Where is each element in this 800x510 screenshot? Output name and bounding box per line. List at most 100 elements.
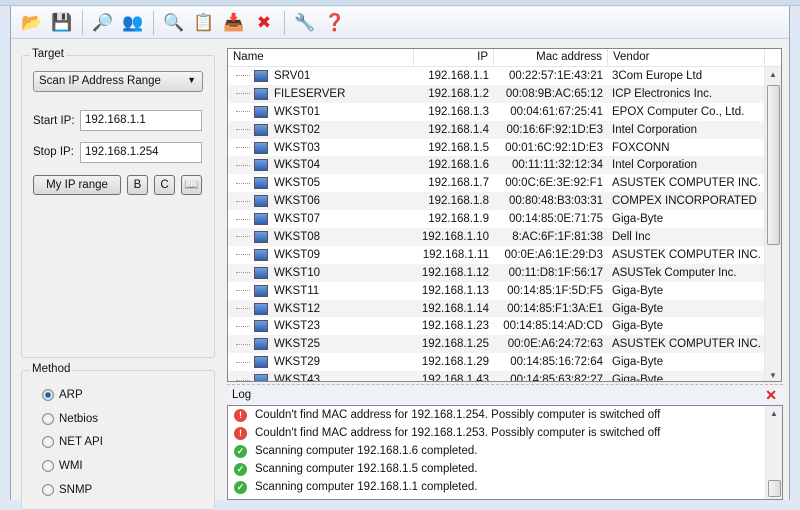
mac-cell: 00:14:85:63:82:27 (510, 374, 603, 382)
table-row[interactable]: WKST10 192.168.1.12 00:11:D8:1F:56:17 ASUST… (228, 263, 781, 282)
tree-line (236, 218, 250, 220)
method-snmp-radio[interactable]: SNMP (42, 484, 92, 496)
address-book-icon[interactable]: 📖 (181, 175, 202, 195)
mac-cell: 00:14:85:16:72:64 (510, 356, 603, 369)
name-cell: WKST11 (228, 284, 414, 297)
method-arp-radio[interactable]: ARP (42, 389, 83, 401)
computer-name: WKST05 (274, 177, 321, 190)
save-icon[interactable]: 💾 (50, 11, 74, 35)
method-label: Method (30, 363, 73, 375)
table-row[interactable]: FILESERVER 192.168.1.2 00:08:9B:AC:65:12 IC… (228, 84, 781, 103)
method-netapi-radio[interactable]: NET API (42, 436, 103, 448)
start-ip-input[interactable]: 192.168.1.1 (80, 110, 202, 131)
copy-icon[interactable]: 📋 (192, 11, 216, 35)
computer-icon (254, 356, 268, 369)
vendor-cell: Intel Corporation (612, 123, 698, 136)
class-b-button[interactable]: B (127, 175, 148, 195)
method-netbios-radio[interactable]: Netbios (42, 413, 98, 425)
table-scrollbar[interactable]: ▲ ▼ (764, 67, 781, 381)
table-row[interactable]: WKST03 192.168.1.5 00:01:6C:92:1D:E3 FOXCON… (228, 139, 781, 157)
mac-cell: 00:80:48:B3:03:31 (509, 195, 603, 208)
computer-icon (254, 177, 268, 190)
target-mode-select[interactable]: Scan IP Address Range ▼ (33, 71, 203, 92)
vendor-cell: ASUSTek Computer Inc. (612, 266, 737, 279)
table-row[interactable]: WKST25 192.168.1.25 00:0E:A6:24:72:63 ASUST… (228, 335, 781, 354)
vendor-cell: Giga-Byte (612, 213, 664, 226)
column-mac[interactable]: Mac address (494, 49, 608, 66)
log-text: Scanning computer 192.168.1.6 completed. (255, 445, 478, 457)
radio-checked-icon (42, 389, 54, 401)
tree-line (236, 93, 250, 95)
table-row[interactable]: WKST01 192.168.1.3 00:04:61:67:25:41 EPOX C… (228, 103, 781, 121)
ip-cell: 192.168.1.23 (421, 320, 489, 333)
toolbar-separator (284, 10, 285, 35)
radio-icon (42, 436, 54, 448)
find-icon[interactable]: 🔍 (162, 11, 186, 35)
mac-cell: 00:0E:A6:1E:29:D3 (504, 248, 603, 261)
column-name[interactable]: Name (228, 49, 414, 66)
mac-cell: 00:14:85:14:AD:CD (503, 320, 603, 333)
computer-icon (254, 248, 268, 261)
open-icon[interactable]: 📂 (20, 11, 44, 35)
column-vendor[interactable]: Vendor (608, 49, 765, 66)
help-icon[interactable]: ❓ (323, 11, 347, 35)
computer-name: WKST29 (274, 356, 321, 369)
class-c-button[interactable]: C (154, 175, 175, 195)
vendor-cell: FOXCONN (612, 141, 670, 154)
export-icon[interactable]: 📥 (222, 11, 246, 35)
log-text: Couldn't find MAC address for 192.168.1.… (255, 427, 661, 439)
computer-icon (254, 159, 268, 172)
table-row[interactable]: WKST07 192.168.1.9 00:14:85:0E:71:75 Giga-B… (228, 210, 781, 228)
vendor-cell: COMPEX INCORPORATED (612, 195, 757, 208)
table-row[interactable]: WKST12 192.168.1.14 00:14:85:F1:3A:E1 Giga-… (228, 299, 781, 318)
radio-label: NET API (59, 436, 103, 448)
success-icon: ✓ (234, 480, 247, 494)
radio-label: WMI (59, 460, 83, 472)
name-cell: SRV01 (228, 69, 414, 82)
ip-cell: 192.168.1.14 (421, 302, 489, 315)
table-row[interactable]: WKST06 192.168.1.8 00:80:48:B3:03:31 COMPEX… (228, 192, 781, 211)
ip-cell: 192.168.1.5 (428, 141, 489, 154)
users-icon[interactable]: 👥 (121, 11, 145, 35)
log-entry: ! Couldn't find MAC address for 192.168.1… (228, 406, 782, 424)
close-icon[interactable]: ✕ (765, 387, 777, 404)
scrollbar-thumb[interactable] (768, 480, 781, 497)
table-row[interactable]: WKST11 192.168.1.13 00:14:85:1F:5D:F5 Giga-… (228, 282, 781, 300)
target-mode-value: Scan IP Address Range (39, 75, 161, 87)
scroll-up-icon[interactable]: ▲ (769, 70, 777, 79)
radio-label: Netbios (59, 413, 98, 425)
column-ip[interactable]: IP (414, 49, 494, 66)
log-list: ! Couldn't find MAC address for 192.168.1… (227, 405, 783, 500)
table-row[interactable]: SRV01 192.168.1.1 00:22:57:1E:43:21 3Com Eu… (228, 67, 781, 85)
computer-icon (254, 320, 268, 333)
computer-name: WKST12 (274, 302, 321, 315)
method-wmi-radio[interactable]: WMI (42, 460, 83, 472)
table-row[interactable]: WKST29 192.168.1.29 00:14:85:16:72:64 Giga-… (228, 353, 781, 371)
scroll-up-icon[interactable]: ▲ (770, 409, 778, 418)
table-row[interactable]: WKST08 192.168.1.10 8:AC:6F:1F:81:38 Dell I… (228, 228, 781, 246)
table-row[interactable]: WKST09 192.168.1.11 00:0E:A6:1E:29:D3 ASUST… (228, 246, 781, 264)
my-ip-range-button[interactable]: My IP range (33, 175, 121, 195)
table-row[interactable]: WKST23 192.168.1.23 00:14:85:14:AD:CD Giga-… (228, 317, 781, 335)
computer-name: WKST23 (274, 320, 321, 333)
scrollbar-thumb[interactable] (767, 85, 780, 245)
splitter[interactable] (227, 384, 783, 385)
scroll-down-icon[interactable]: ▼ (769, 371, 777, 380)
table-body: SRV01 192.168.1.1 00:22:57:1E:43:21 3Com Eu… (228, 67, 781, 382)
table-row[interactable]: WKST04 192.168.1.6 00:11:11:32:12:34 Intel … (228, 156, 781, 175)
ip-cell: 192.168.1.1 (428, 69, 489, 82)
table-row[interactable]: WKST02 192.168.1.4 00:16:6F:92:1D:E3 Intel … (228, 120, 781, 139)
settings-icon[interactable]: 🔧 (293, 11, 317, 35)
ip-cell: 192.168.1.29 (421, 356, 489, 369)
scan-icon[interactable]: 🔎 (91, 11, 115, 35)
tree-line (236, 147, 250, 148)
delete-icon[interactable]: ✖ (252, 11, 276, 35)
table-row[interactable]: WKST43 192.168.1.43 00:14:85:63:82:27 Giga-… (228, 371, 781, 382)
ip-cell: 192.168.1.11 (422, 248, 489, 261)
table-row[interactable]: WKST05 192.168.1.7 00:0C:6E:3E:92:F1 ASUSTE… (228, 174, 781, 192)
stop-ip-input[interactable]: 192.168.1.254 (80, 142, 202, 163)
vendor-cell: ASUSTEK COMPUTER INC. (612, 248, 761, 261)
log-scrollbar[interactable]: ▲ (765, 406, 782, 499)
vendor-cell: 3Com Europe Ltd (612, 69, 703, 82)
log-entry: ✓ Scanning computer 192.168.1.1 completed… (228, 478, 782, 496)
